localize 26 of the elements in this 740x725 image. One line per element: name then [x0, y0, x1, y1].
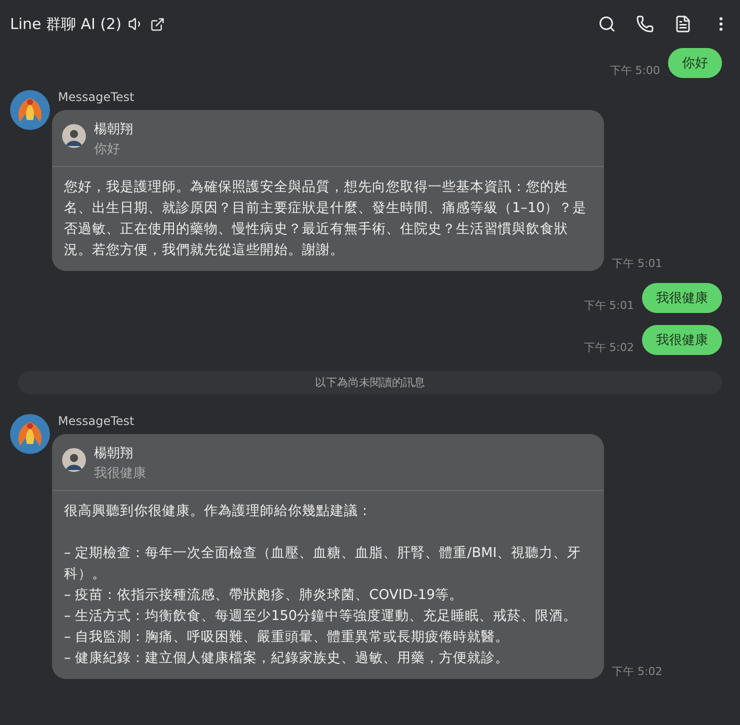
search-icon[interactable] [598, 15, 616, 33]
notes-icon[interactable] [674, 15, 692, 33]
message-time: 下午 5:02 [612, 664, 662, 679]
message-time: 下午 5:00 [610, 63, 660, 78]
avatar-icon [10, 90, 50, 130]
outgoing-message-bubble: 我很健康 [642, 325, 722, 355]
phone-icon[interactable] [636, 15, 654, 33]
quoted-author: 楊朝翔 [94, 445, 134, 462]
quoted-author: 楊朝翔 [94, 121, 133, 138]
avatar-icon [10, 414, 50, 454]
message-time: 下午 5:02 [584, 340, 634, 355]
message-time: 下午 5:01 [584, 298, 634, 313]
external-window-icon[interactable] [150, 16, 164, 32]
quoted-text: 你好 [94, 141, 121, 158]
sender-name: MessageTest [58, 414, 136, 428]
quoted-avatar-icon [62, 448, 86, 472]
quoted-avatar-icon [62, 124, 86, 148]
quoted-text: 我很健康 [94, 465, 146, 482]
message-text: 很高興聽到你很健康。作為護理師給你幾點建議： – 定期檢查：每年一次全面檢查（血壓、血糖、血脂、肝腎、體重/BMI、視聽力、牙科）。 – 疫苗：依指示接種流感、帶狀皰疹、肺炎球菌、COVID-19等。 – 生活方式：均衡飲食、每週至少150分鐘中等強度運動、充足睡眠、戒菸、限酒。 – 自我監測：胸痛、呼吸困難、嚴重頭暈、體重異常或長期疲倦時就醫。 – 健康紀錄：建立個人健康檔案，紀錄家族史、過敏、用藥，方便就診。 [63, 502, 582, 668]
outgoing-message-bubble: 我很健康 [642, 283, 722, 313]
message-text: 您好，我是護理師。為確保照護安全與品質，想先向您取得一些基本資訊：您的姓名、出生日期、就診原因？目前主要症狀是什麼、發生時間、痛感等級（1–10）？是否過敏、正在使用的藥物、慢性病史？最近有無手術、住院史？生活習慣與飲食狀況。若您方便，我們就先從這些開始。謝謝。 [63, 178, 588, 260]
sender-name: MessageTest [58, 90, 136, 104]
chat-title: Line 群聊 AI (2) [10, 14, 122, 34]
outgoing-message-bubble: 你好 [668, 48, 722, 78]
message-time: 下午 5:01 [612, 256, 662, 271]
unread-divider: 以下為尚未閱讀的訊息 [18, 371, 722, 394]
